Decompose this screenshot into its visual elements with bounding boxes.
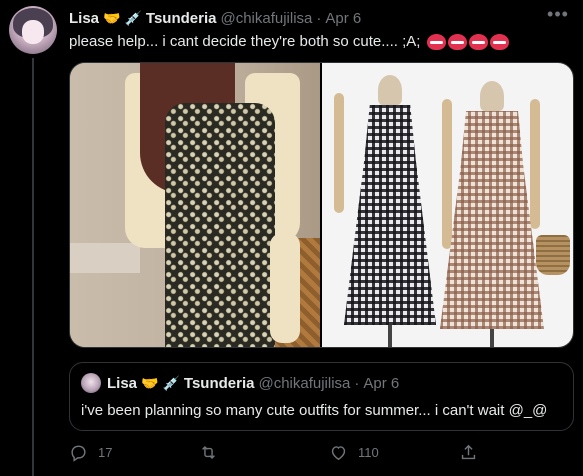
quoted-tweet-header: Lisa 🤝 💉 Tsunderia @chikafujilisa · Apr … <box>81 373 400 393</box>
quoted-tweet[interactable]: Lisa 🤝 💉 Tsunderia @chikafujilisa · Apr … <box>69 362 574 431</box>
thread-line <box>32 58 34 476</box>
media-photo-left[interactable] <box>70 63 320 347</box>
heart-emoji-group <box>426 34 509 51</box>
reply-icon <box>71 445 86 462</box>
mannequin-arm-right-a <box>442 99 452 249</box>
quoted-author-display-name: Lisa <box>107 374 138 392</box>
reply-count: 17 <box>98 444 113 460</box>
tweet-timestamp[interactable]: Apr 6 <box>325 10 361 27</box>
share-button[interactable] <box>459 443 488 462</box>
quoted-author-badge-text: Tsunderia <box>183 374 255 392</box>
author-badge-text[interactable]: Tsunderia <box>146 10 217 27</box>
bandaged-heart-emoji-icon <box>426 34 446 51</box>
mannequin-neck-left <box>378 75 402 105</box>
more-horizontal-icon[interactable]: ••• <box>547 5 569 28</box>
header-separator: · <box>316 9 322 27</box>
photo-brown-gingham-dress <box>440 111 544 329</box>
quoted-author-avatar <box>81 373 101 393</box>
syringe-emoji-icon: 💉 <box>124 10 142 26</box>
tweet-text-body: please help... i cant decide they're bot… <box>69 33 425 50</box>
syringe-emoji-icon: 💉 <box>162 375 180 391</box>
mannequin-arm-left <box>334 93 344 213</box>
bandaged-heart-emoji-icon <box>447 34 467 51</box>
quoted-tweet-text: i've been planning so many cute outfits … <box>81 402 548 419</box>
tweet-header: Lisa 🤝 💉 Tsunderia @chikafujilisa · Apr … <box>69 8 543 28</box>
tweet-action-bar: 17 110 <box>69 438 509 466</box>
bandaged-heart-emoji-icon <box>468 34 488 51</box>
heart-icon <box>331 445 346 460</box>
photo-shelf <box>70 243 140 273</box>
quoted-header-separator: · <box>354 374 360 392</box>
avatar-face <box>22 20 44 44</box>
photo-sleeve <box>270 233 300 343</box>
share-icon <box>461 444 476 459</box>
retweet-button[interactable] <box>199 443 329 462</box>
photo-floral-dress <box>165 103 275 347</box>
mannequin-arm-right-b <box>530 99 540 229</box>
media-photo-right[interactable] <box>322 63 573 347</box>
author-handle[interactable]: @chikafujilisa <box>220 10 312 27</box>
handshake-emoji-icon: 🤝 <box>141 375 159 391</box>
media-grid <box>69 62 574 348</box>
quoted-tweet-timestamp: Apr 6 <box>363 374 400 392</box>
handshake-emoji-icon: 🤝 <box>103 10 121 26</box>
retweet-icon <box>202 445 215 459</box>
author-avatar[interactable] <box>9 6 57 54</box>
author-display-name[interactable]: Lisa <box>69 10 99 27</box>
quoted-author-handle: @chikafujilisa <box>258 374 351 392</box>
photo-black-gingham-dress <box>344 105 436 325</box>
bandaged-heart-emoji-icon <box>489 34 509 51</box>
tweet-text: please help... i cant decide they're bot… <box>69 32 569 52</box>
reply-button[interactable]: 17 <box>69 443 199 462</box>
tweet: Lisa 🤝 💉 Tsunderia @chikafujilisa · Apr … <box>0 0 583 476</box>
mannequin-neck-right <box>480 81 504 111</box>
like-button[interactable]: 110 <box>329 443 459 462</box>
photo-wicker-bag <box>536 235 570 275</box>
like-count: 110 <box>358 444 379 460</box>
